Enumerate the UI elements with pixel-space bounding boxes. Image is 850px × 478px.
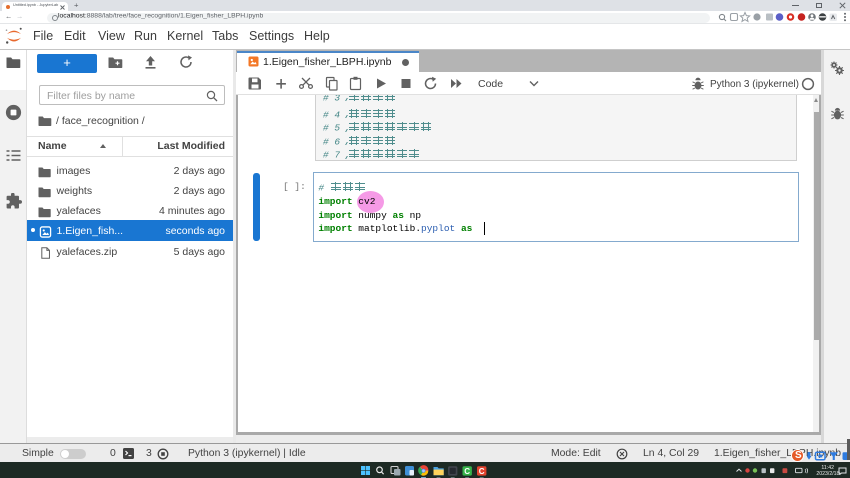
- svg-text:C: C: [464, 467, 470, 476]
- svg-text:C: C: [479, 467, 485, 476]
